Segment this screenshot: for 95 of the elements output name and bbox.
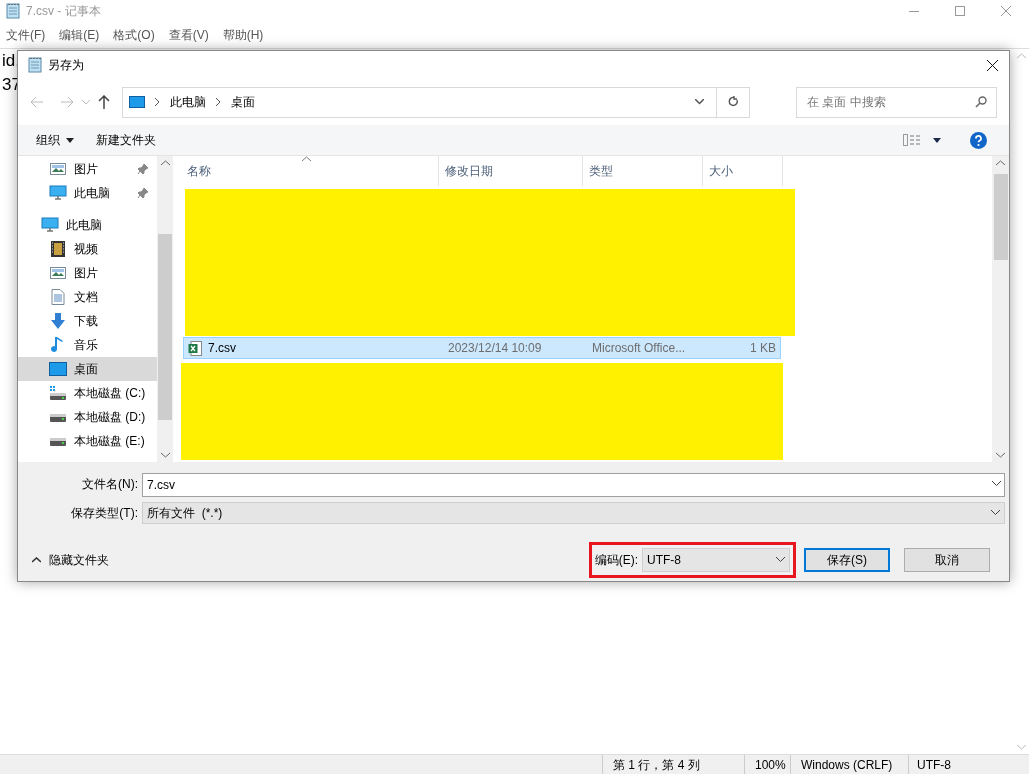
column-header[interactable]: 名称 (181, 156, 439, 186)
refresh-icon[interactable] (727, 96, 739, 108)
chevron-down-icon (776, 557, 785, 563)
drive-icon (49, 411, 67, 423)
new-folder-button[interactable]: 新建文件夹 (96, 131, 156, 149)
encoding-dropdown[interactable]: UTF-8 (642, 548, 790, 572)
sidebar-item[interactable]: 文档 (18, 285, 157, 309)
film-icon (51, 241, 65, 257)
menu-item[interactable]: 帮助(H) (220, 26, 266, 44)
caret-icon (66, 137, 74, 143)
chevron-right-icon (155, 98, 160, 106)
breadcrumb-item[interactable]: 桌面 (231, 93, 255, 111)
sidebar-item[interactable]: 图片 (18, 261, 157, 285)
file-type: Microsoft Office... (591, 340, 687, 357)
pin-icon (137, 187, 149, 199)
file-date: 2023/12/14 10:09 (447, 340, 543, 357)
spreadsheet-icon (188, 340, 202, 356)
scroll-down-icon[interactable] (1016, 744, 1026, 750)
down-arrow-icon (50, 313, 66, 329)
window-title: 7.csv - 记事本 (26, 3, 101, 20)
status-text: Windows (CRLF) (801, 756, 893, 774)
chevron-up-icon (32, 557, 41, 563)
scroll-down-icon[interactable] (996, 452, 1005, 458)
close-icon (986, 59, 998, 71)
sidebar-item[interactable]: 本地磁盘 (E:) (18, 429, 157, 453)
sidebar-item[interactable]: 桌面 (18, 357, 157, 381)
close-icon (1001, 6, 1011, 16)
menu-item[interactable]: 文件(F) (4, 26, 48, 44)
maximize-icon (955, 6, 965, 16)
desktop-icon (49, 362, 67, 376)
minimize-icon (909, 10, 919, 12)
column-header[interactable]: 大小 (703, 156, 783, 186)
hide-folders-button[interactable]: 隐藏文件夹 (32, 551, 109, 569)
scroll-up-icon[interactable] (1016, 53, 1026, 59)
filename-field[interactable]: 7.csv (142, 473, 1005, 497)
help-icon[interactable] (970, 131, 987, 149)
computer-icon (49, 185, 67, 201)
sidebar-item[interactable]: 此电脑 (18, 213, 157, 237)
chevron-down-icon[interactable] (992, 481, 1001, 487)
caret-icon[interactable] (933, 137, 941, 143)
music-note-icon (51, 336, 65, 354)
chevron-down-icon (991, 510, 1000, 516)
scrollbar[interactable] (157, 156, 173, 462)
scrollbar[interactable] (992, 156, 1009, 462)
address-bar[interactable]: 此电脑 桌面 (122, 86, 750, 118)
organize-button[interactable]: 组织 (36, 131, 74, 149)
chevron-down-icon[interactable] (695, 99, 704, 105)
save-button[interactable]: 保存(S) (804, 548, 890, 572)
field-label: 编码(E): (594, 552, 638, 569)
search-field[interactable]: 在 桌面 中搜索 (796, 86, 997, 118)
notepad-icon (6, 3, 20, 19)
search-icon (975, 95, 987, 108)
status-text: 100% (755, 756, 786, 774)
sidebar-item[interactable]: 本地磁盘 (C:) (18, 381, 157, 405)
cancel-button[interactable]: 取消 (904, 548, 990, 572)
menu-item[interactable]: 查看(V) (166, 26, 211, 44)
field-label: 保存类型(T): (70, 505, 139, 522)
forward-arrow-icon[interactable] (60, 96, 74, 108)
file-name: 7.csv (208, 340, 236, 357)
scroll-up-icon[interactable] (160, 160, 170, 166)
field-label: 文件名(N): (81, 476, 139, 493)
column-header[interactable]: 修改日期 (439, 156, 583, 186)
back-arrow-icon[interactable] (30, 96, 44, 108)
notepad-icon (28, 57, 42, 73)
scroll-up-icon[interactable] (996, 160, 1005, 166)
file-row[interactable]: 7.csv 2023/12/14 10:09 Microsoft Office... 1 KB (183, 337, 781, 359)
column-header[interactable]: 类型 (583, 156, 703, 186)
sidebar-item[interactable]: 图片 (18, 157, 157, 181)
sidebar-item[interactable]: 视频 (18, 237, 157, 261)
sidebar-item[interactable]: 本地磁盘 (D:) (18, 405, 157, 429)
scrollbar-thumb[interactable] (993, 174, 1008, 260)
sidebar-item[interactable]: 音乐 (18, 333, 157, 357)
picture-folder-icon (50, 162, 66, 176)
computer-icon (41, 217, 59, 233)
sidebar-item[interactable]: 下载 (18, 309, 157, 333)
status-text: 第 1 行，第 4 列 (613, 756, 700, 774)
pin-icon (137, 163, 149, 175)
document-icon (51, 289, 65, 305)
status-text: UTF-8 (917, 756, 951, 774)
breadcrumb-item[interactable]: 此电脑 (170, 93, 206, 111)
scrollbar-thumb[interactable] (158, 234, 172, 420)
menu-item[interactable]: 格式(O) (111, 26, 157, 44)
chevron-right-icon (216, 98, 221, 106)
file-size: 1 KB (749, 340, 777, 357)
up-arrow-icon[interactable] (98, 95, 110, 109)
dialog-title: 另存为 (48, 57, 84, 74)
sidebar-item[interactable]: 此电脑 (18, 181, 157, 205)
scroll-down-icon[interactable] (160, 452, 170, 458)
file-type-dropdown[interactable]: 所有文件 (*.*) (142, 502, 1005, 524)
view-options-icon[interactable] (903, 134, 921, 146)
menu-item[interactable]: 编辑(E) (57, 26, 102, 44)
picture-folder-icon (50, 266, 66, 280)
system-drive-icon (49, 385, 67, 401)
drive-icon (49, 435, 67, 447)
desktop-icon (129, 96, 145, 108)
